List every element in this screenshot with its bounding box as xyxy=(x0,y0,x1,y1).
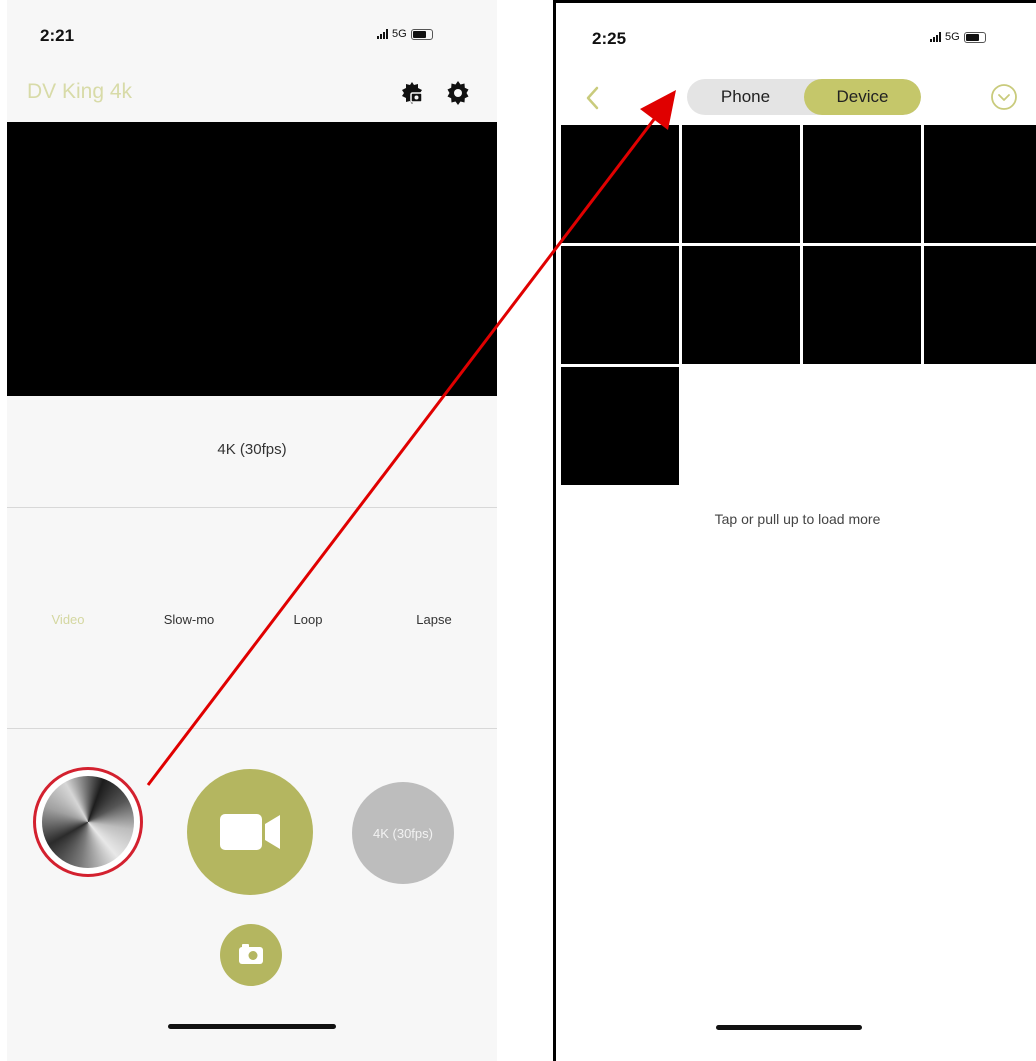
gear-icon[interactable] xyxy=(445,80,471,106)
right-phone-screen: 2:25 5G Phone Device Tap or pull up to l… xyxy=(553,0,1036,1061)
media-thumbnail[interactable] xyxy=(561,367,679,485)
battery-icon xyxy=(410,28,433,40)
mode-loop[interactable]: Loop xyxy=(294,612,323,627)
record-button[interactable] xyxy=(187,769,313,895)
media-thumbnail[interactable] xyxy=(803,125,921,243)
media-thumbnail[interactable] xyxy=(682,246,800,364)
source-segmented-control: Phone Device xyxy=(687,79,921,115)
select-circle-chevron-icon[interactable] xyxy=(990,83,1018,111)
media-thumbnail[interactable] xyxy=(924,246,1036,364)
divider xyxy=(7,507,497,508)
network-label: 5G xyxy=(392,28,407,40)
gallery-thumbnail-image xyxy=(42,776,134,868)
divider xyxy=(7,728,497,729)
tab-device[interactable]: Device xyxy=(804,79,921,115)
live-preview xyxy=(7,122,497,396)
status-icons: 5G xyxy=(377,28,433,40)
status-time: 2:25 xyxy=(592,29,627,48)
gallery-thumbnail-button[interactable] xyxy=(33,767,143,877)
home-indicator xyxy=(716,1025,862,1030)
battery-icon xyxy=(963,31,986,43)
video-camera-icon xyxy=(220,814,280,850)
app-title: DV King 4k xyxy=(27,80,133,103)
home-indicator xyxy=(168,1024,336,1029)
mode-lapse[interactable]: Lapse xyxy=(416,612,451,627)
media-thumbnail[interactable] xyxy=(561,125,679,243)
load-more-text[interactable]: Tap or pull up to load more xyxy=(556,511,1036,527)
mode-video[interactable]: Video xyxy=(51,612,84,627)
back-chevron-icon[interactable] xyxy=(583,85,601,111)
media-thumbnail[interactable] xyxy=(682,125,800,243)
snapshot-button[interactable] xyxy=(220,924,282,986)
media-thumbnail[interactable] xyxy=(924,125,1036,243)
resolution-label[interactable]: 4K (30fps) xyxy=(7,441,497,458)
mode-slow-mo[interactable]: Slow-mo xyxy=(164,612,215,627)
camera-settings-icon[interactable] xyxy=(399,80,425,106)
left-phone-screen: 2:21 5G DV King 4k 4K (30fps) Video Slow… xyxy=(7,0,497,1061)
signal-icon xyxy=(930,32,941,42)
media-thumbnail[interactable] xyxy=(803,246,921,364)
media-grid xyxy=(561,125,1036,489)
media-thumbnail[interactable] xyxy=(561,246,679,364)
signal-icon xyxy=(377,29,388,39)
resolution-button[interactable]: 4K (30fps) xyxy=(352,782,454,884)
tab-phone[interactable]: Phone xyxy=(687,79,804,115)
network-label: 5G xyxy=(945,31,960,43)
status-time: 2:21 xyxy=(40,26,75,45)
status-icons: 5G xyxy=(930,31,986,43)
camera-icon xyxy=(239,944,263,964)
